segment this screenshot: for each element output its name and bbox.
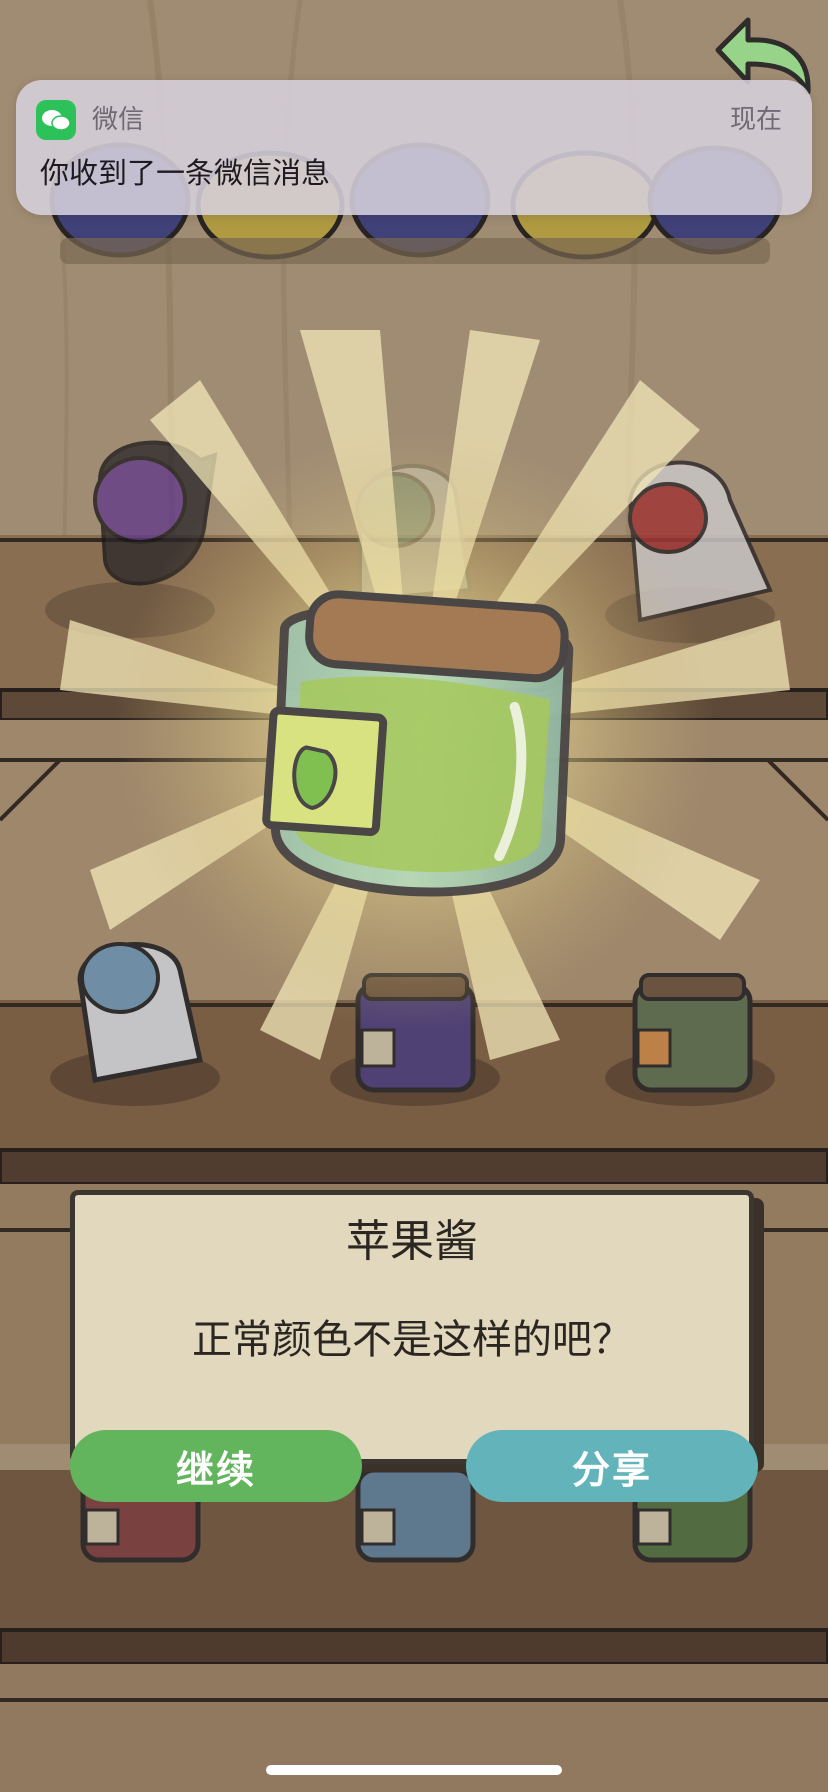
item-name: 苹果酱 (346, 1216, 478, 1267)
game-scene-background (0, 0, 828, 1792)
share-button[interactable]: 分享 (466, 1430, 758, 1502)
continue-button[interactable]: 继续 (70, 1430, 362, 1502)
wechat-icon (36, 100, 76, 140)
notification-time: 现在 (729, 105, 782, 135)
item-result-dialog: 苹果酱 正常颜色不是这样的吧？ (70, 1190, 754, 1464)
notification-app-name: 微信 (92, 105, 145, 135)
item-comment: 正常颜色不是这样的吧？ (192, 1317, 632, 1363)
apple-jam-jar-illustration (262, 590, 574, 897)
home-indicator[interactable] (266, 1765, 562, 1775)
wechat-notification-banner[interactable]: 微信 现在 你收到了一条微信消息 (16, 80, 812, 215)
notification-message: 你收到了一条微信消息 (40, 156, 331, 190)
